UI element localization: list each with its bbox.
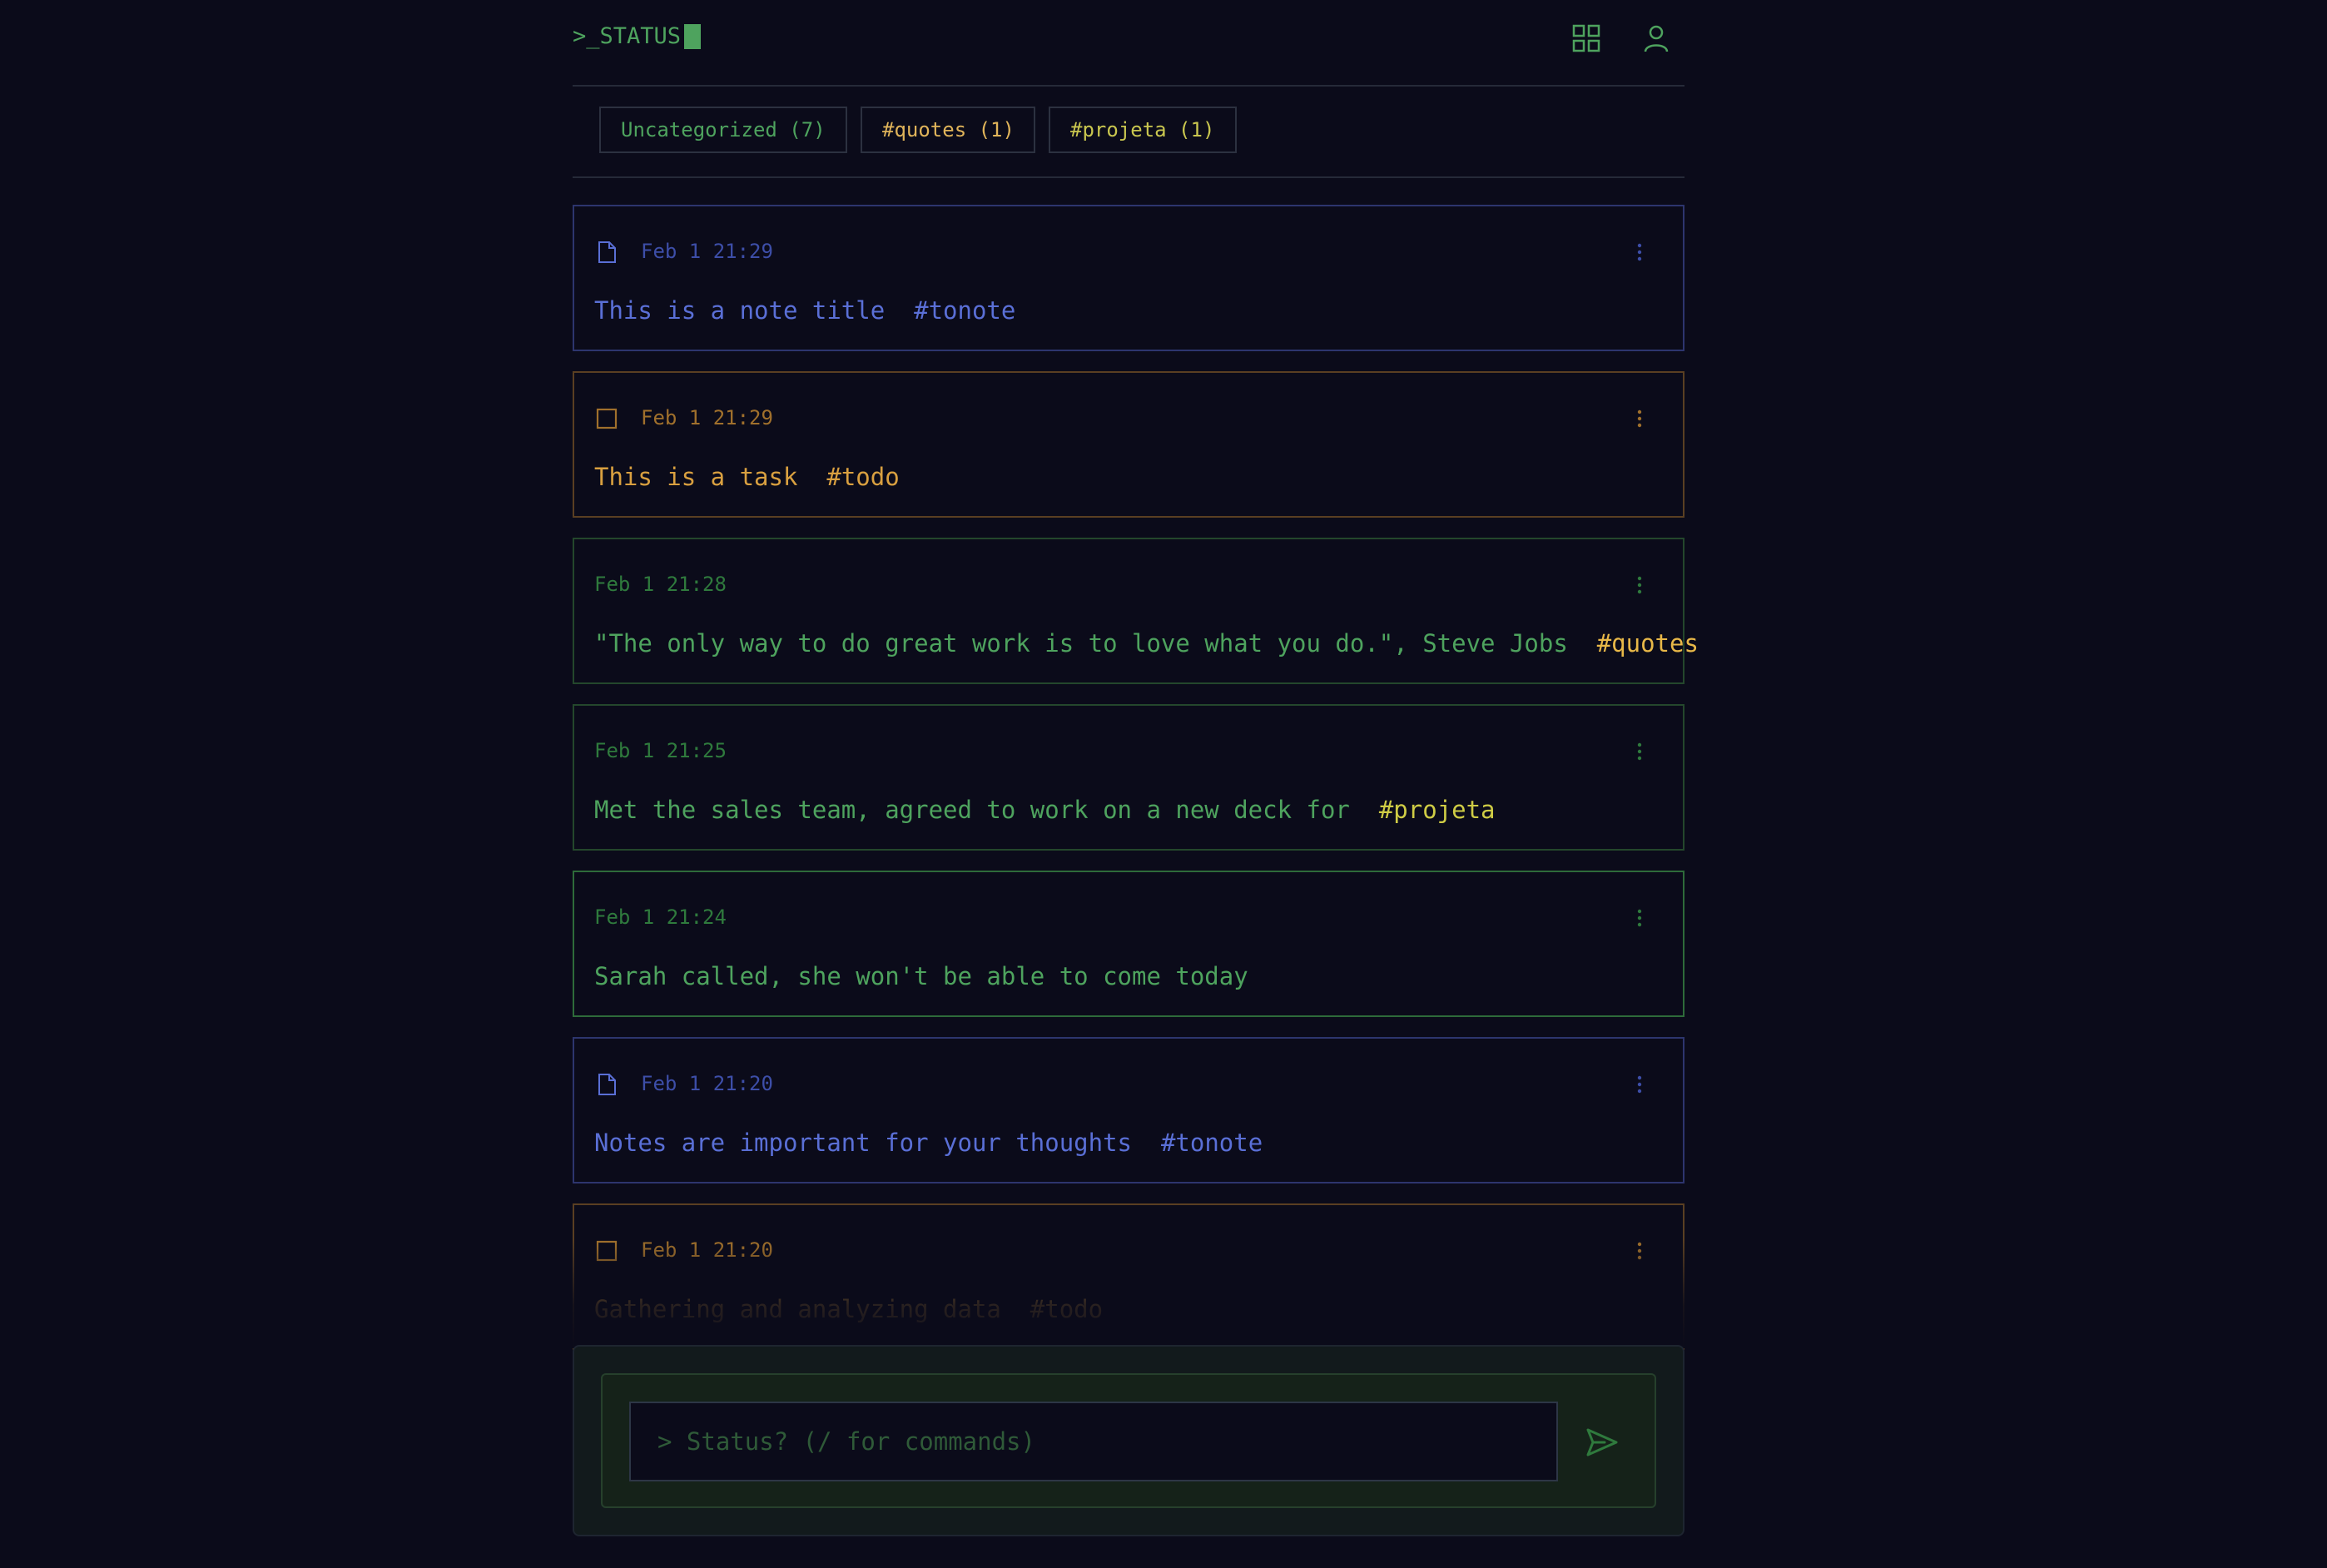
entry-text-line: Sarah called, she won't be able to come … [594, 962, 1248, 990]
grid-icon[interactable] [1571, 23, 1601, 53]
entry-tag[interactable]: #todo [1030, 1295, 1103, 1323]
entry-tag[interactable]: #projeta [1379, 796, 1496, 824]
app: >_STATUS Uncategorized (7) #quotes (1) #… [573, 0, 1699, 1568]
checkbox-icon[interactable] [594, 1238, 619, 1263]
entry-text-line: "The only way to do great work is to lov… [594, 629, 1699, 657]
entry-timestamp: Feb 1 21:20 [641, 1238, 773, 1262]
more-vertical-icon[interactable] [1630, 739, 1650, 764]
more-vertical-icon[interactable] [1630, 1238, 1650, 1263]
entry-text: This is a note title [594, 296, 886, 325]
entry-text: This is a task [594, 463, 798, 491]
entry-timestamp: Feb 1 21:29 [641, 240, 773, 263]
entry-tag[interactable]: #todo [826, 463, 899, 491]
filter-chip-projeta[interactable]: #projeta (1) [1049, 107, 1237, 153]
entry-tag[interactable]: #tonote [914, 296, 1015, 325]
entry-text: Met the sales team, agreed to work on a … [594, 796, 1350, 824]
more-vertical-icon[interactable] [1630, 406, 1650, 431]
entry-text-line: This is a task #todo [594, 463, 900, 491]
app-logo[interactable]: >_STATUS [573, 23, 702, 49]
entry-text-line: Met the sales team, agreed to work on a … [594, 796, 1496, 824]
checkbox-icon[interactable] [594, 406, 619, 431]
filter-chip-uncategorized[interactable]: Uncategorized (7) [599, 107, 847, 153]
header: >_STATUS [573, 0, 1684, 87]
entry-timestamp: Feb 1 21:25 [594, 739, 727, 762]
more-vertical-icon[interactable] [1630, 1072, 1650, 1097]
user-icon[interactable] [1641, 23, 1671, 53]
note-icon [598, 241, 616, 263]
entry-text: "The only way to do great work is to lov… [594, 629, 1568, 657]
status-input[interactable] [629, 1402, 1558, 1481]
entry-card-status[interactable]: Feb 1 21:24 Sarah called, she won't be a… [573, 871, 1684, 1017]
logo-text: >_STATUS [573, 23, 682, 49]
entry-card-status[interactable]: Feb 1 21:25 Met the sales team, agreed t… [573, 704, 1684, 851]
entry-card-task[interactable]: Feb 1 21:29 This is a task #todo [573, 371, 1684, 518]
entry-timestamp: Feb 1 21:29 [641, 406, 773, 429]
filter-chip-label: Uncategorized (7) [621, 118, 826, 141]
filter-chip-label: #projeta (1) [1070, 118, 1215, 141]
entry-tag[interactable]: #quotes [1597, 629, 1699, 657]
entry-card-note[interactable]: Feb 1 21:20 Notes are important for your… [573, 1037, 1684, 1183]
more-vertical-icon[interactable] [1630, 573, 1650, 598]
more-vertical-icon[interactable] [1630, 906, 1650, 930]
filter-bar: Uncategorized (7) #quotes (1) #projeta (… [573, 87, 1684, 178]
entry-text: Sarah called, she won't be able to come … [594, 962, 1248, 990]
filter-chip-label: #quotes (1) [882, 118, 1015, 141]
composer [573, 1345, 1684, 1536]
entry-text: Notes are important for your thoughts [594, 1129, 1133, 1157]
entry-timestamp: Feb 1 21:20 [641, 1072, 773, 1095]
entry-tag[interactable]: #tonote [1161, 1129, 1263, 1157]
entry-card-status[interactable]: Feb 1 21:28 "The only way to do great wo… [573, 538, 1699, 684]
cursor-block [684, 23, 702, 49]
entry-text: Gathering and analyzing data [594, 1295, 1001, 1323]
entry-text-line: Gathering and analyzing data #todo [594, 1295, 1103, 1323]
note-icon [598, 1074, 616, 1095]
entry-card-note[interactable]: Feb 1 21:29 This is a note title #tonote [573, 205, 1684, 351]
filter-chip-quotes[interactable]: #quotes (1) [861, 107, 1035, 153]
send-icon[interactable] [1581, 1422, 1623, 1463]
composer-inner [601, 1373, 1656, 1508]
entry-timestamp: Feb 1 21:24 [594, 906, 727, 929]
entry-timestamp: Feb 1 21:28 [594, 573, 727, 596]
entry-text-line: Notes are important for your thoughts #t… [594, 1129, 1263, 1157]
entry-text-line: This is a note title #tonote [594, 296, 1015, 325]
entry-card-task[interactable]: Feb 1 21:20 Gathering and analyzing data… [573, 1203, 1684, 1350]
more-vertical-icon[interactable] [1630, 240, 1650, 265]
